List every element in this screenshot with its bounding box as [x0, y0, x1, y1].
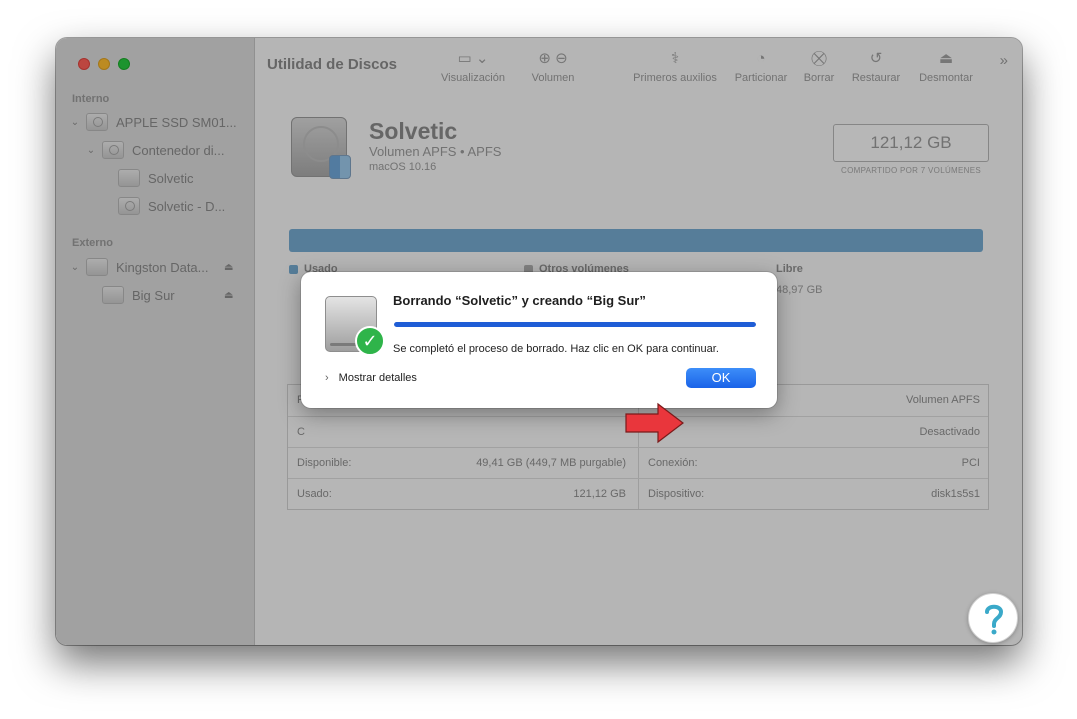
erase-progress-dialog: ✓ Borrando “Solvetic” y creando “Big Sur…: [301, 272, 777, 408]
watermark-logo: [968, 593, 1018, 643]
annotation-arrow-icon: [625, 402, 684, 444]
show-details-label: Mostrar detalles: [338, 372, 417, 384]
dialog-title: Borrando “Solvetic” y creando “Big Sur”: [393, 293, 646, 308]
dialog-message: Se completó el proceso de borrado. Haz c…: [393, 343, 719, 355]
chevron-right-icon: ›: [325, 372, 329, 384]
ok-button[interactable]: OK: [686, 368, 756, 388]
disk-utility-window: Interno ⌄ APPLE SSD SM01... ⌄ Contenedor…: [56, 38, 1022, 645]
show-details-toggle[interactable]: › Mostrar detalles: [325, 372, 417, 384]
arrow-shape: [625, 402, 684, 444]
progress-fill: [394, 322, 756, 327]
watermark-logo-icon: [985, 604, 1004, 635]
checkmark-icon: ✓: [355, 326, 385, 356]
progress-bar: [394, 322, 756, 327]
